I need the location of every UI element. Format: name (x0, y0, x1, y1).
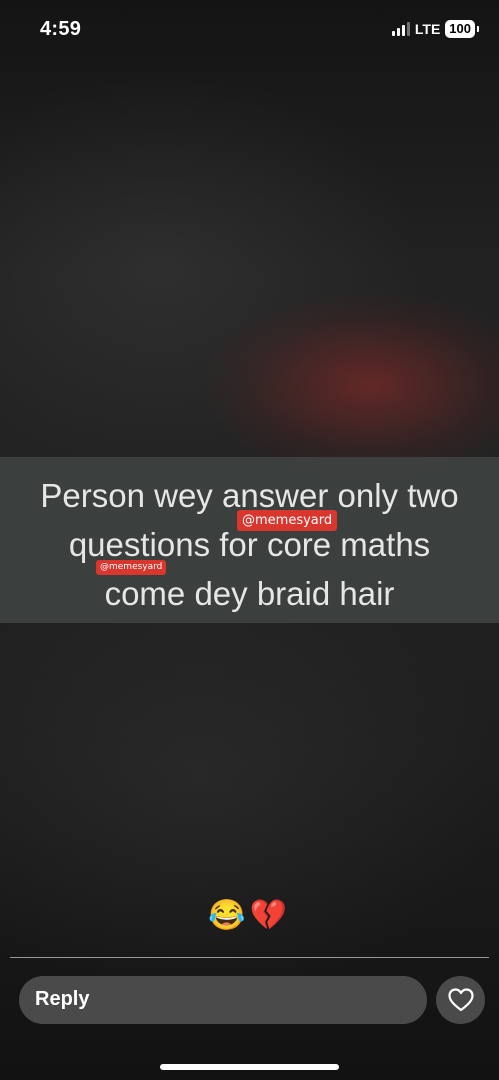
divider (10, 957, 489, 958)
caption-line-3: come dey braid hair (104, 575, 395, 612)
reply-placeholder: Reply (35, 988, 90, 1010)
reply-input[interactable]: Reply (19, 976, 427, 1024)
cellular-signal-icon (391, 22, 410, 36)
status-time: 4:59 (40, 18, 82, 40)
reaction-emojis: 😂💔 (208, 899, 291, 932)
home-indicator[interactable] (160, 1064, 339, 1070)
watermark-label: @memesyard (96, 560, 167, 575)
like-button[interactable] (436, 976, 485, 1024)
battery-icon: 100 (445, 20, 475, 38)
heart-icon (447, 988, 474, 1012)
watermark-label: @memesyard (237, 510, 338, 531)
status-indicators: LTE 100 (391, 20, 479, 38)
battery-cap (477, 26, 479, 32)
status-bar: 4:59 LTE 100 (0, 0, 499, 60)
caption-line-2: questions for core maths (68, 526, 431, 563)
network-type: LTE (414, 21, 441, 37)
